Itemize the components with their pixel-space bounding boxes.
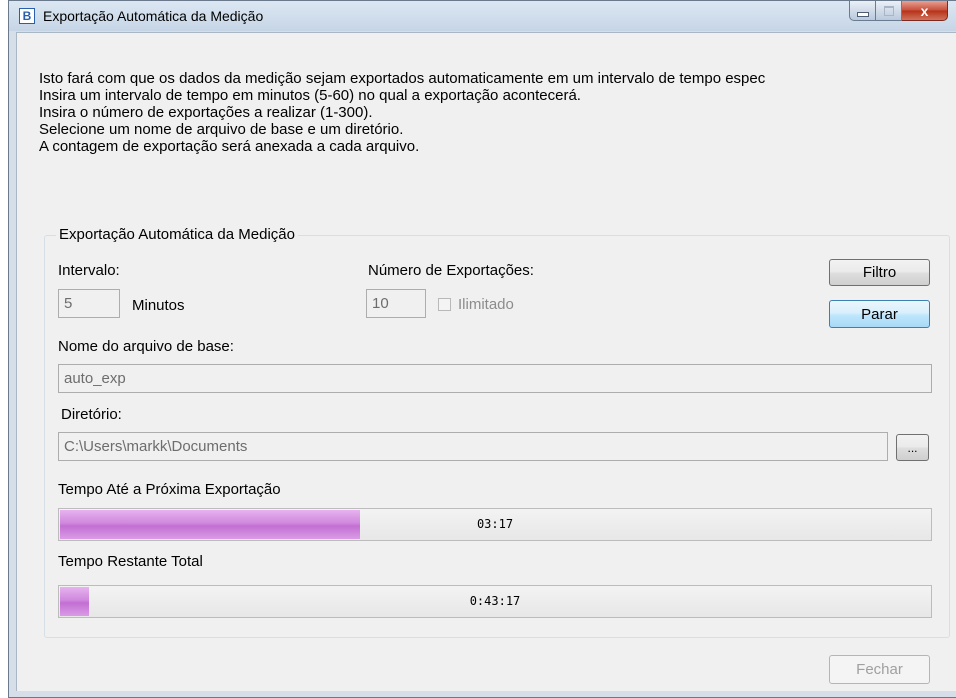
interval-label: Intervalo: [58, 262, 120, 279]
interval-unit-label: Minutos [132, 297, 185, 314]
export-dialog-window: B Exportação Automática da Medição x Ist… [8, 0, 956, 698]
next-export-label: Tempo Até a Próxima Exportação [58, 481, 281, 498]
total-remaining-time: 0:43:17 [469, 594, 521, 608]
groupbox-title: Exportação Automática da Medição [56, 226, 298, 243]
minimize-icon [856, 12, 869, 17]
maximize-button [876, 1, 902, 21]
interval-input[interactable]: 5 [58, 289, 120, 318]
window-title: Exportação Automática da Medição [43, 8, 264, 24]
next-export-time: 03:17 [476, 517, 514, 531]
browse-directory-button[interactable]: ... [896, 434, 929, 461]
unlimited-label: Ilimitado [458, 296, 514, 313]
base-name-label: Nome do arquivo de base: [58, 338, 234, 355]
close-button[interactable]: Fechar [829, 655, 930, 684]
close-window-button[interactable]: x [902, 1, 948, 21]
app-logo-icon: B [19, 8, 35, 24]
maximize-icon [883, 5, 894, 16]
instruction-line: Insira o número de exportações a realiza… [39, 104, 373, 121]
unlimited-checkbox[interactable] [438, 298, 451, 311]
directory-input[interactable]: C:\Users\markk\Documents [58, 432, 888, 461]
minimize-button[interactable] [849, 1, 876, 21]
total-remaining-label: Tempo Restante Total [58, 553, 203, 570]
title-bar[interactable]: B Exportação Automática da Medição x [9, 1, 956, 31]
instruction-line: Selecione um nome de arquivo de base e u… [39, 121, 404, 138]
exports-count-input[interactable]: 10 [366, 289, 426, 318]
stop-button[interactable]: Parar [829, 300, 930, 328]
instructions-text: Isto fará com que os dados da medição se… [39, 70, 765, 155]
close-icon: x [920, 2, 929, 19]
instruction-line: Insira um intervalo de tempo em minutos … [39, 87, 581, 104]
caption-buttons: x [849, 1, 948, 21]
exports-count-label: Número de Exportações: [368, 262, 534, 279]
base-name-input[interactable]: auto_exp [58, 364, 932, 393]
total-remaining-progress-bar: 0:43:17 [58, 585, 932, 618]
instruction-line: A contagem de exportação será anexada a … [39, 138, 420, 155]
instruction-line: Isto fará com que os dados da medição se… [39, 70, 766, 87]
filter-button[interactable]: Filtro [829, 259, 930, 286]
next-export-progress-bar: 03:17 [58, 508, 932, 541]
dialog-client-area: Isto fará com que os dados da medição se… [16, 32, 956, 691]
directory-label: Diretório: [61, 406, 122, 423]
